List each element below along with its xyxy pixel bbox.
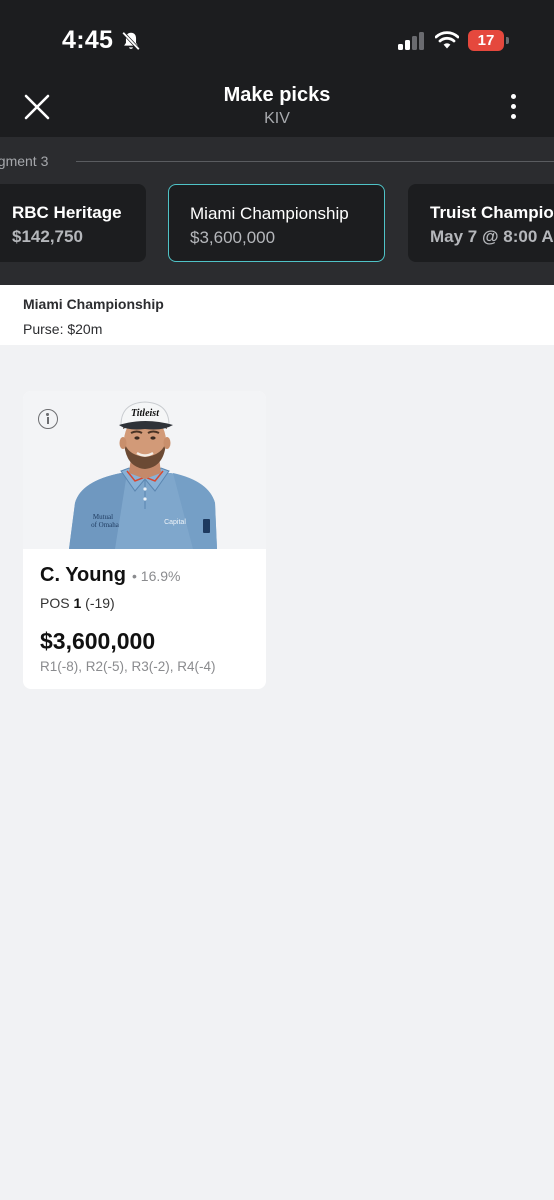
tournament-earnings: $142,750 <box>12 227 83 246</box>
position-label: POS <box>40 595 70 611</box>
position-value: 1 <box>73 595 82 611</box>
top-header-area: 4:45 17 Make picks KIV egment 3 RBC Heri… <box>0 0 554 285</box>
shirt-logo-2: of Omaha <box>91 521 120 529</box>
tournament-name: Truist Champio <box>430 203 554 222</box>
player-position: POS 1 (-19) <box>40 595 115 611</box>
tournament-card-miami-championship[interactable]: Miami Championship $3,600,000 <box>168 184 385 262</box>
tournament-card-rbc-heritage[interactable]: RBC Heritage $142,750 <box>0 184 146 262</box>
more-options-button[interactable] <box>503 92 525 122</box>
cap-logo: Titleist <box>131 408 160 419</box>
tournament-info: Miami Championship Purse: $20m <box>0 285 554 345</box>
wifi-icon <box>435 31 459 49</box>
battery-cap <box>506 37 509 44</box>
tournament-date: May 7 @ 8:00 A <box>430 227 554 246</box>
tournament-name: Miami Championship <box>190 204 349 223</box>
shirt-logo-1: Mutual <box>93 513 113 521</box>
tournament-earnings: $3,600,000 <box>190 228 276 247</box>
info-icon[interactable] <box>38 409 58 429</box>
status-time: 4:45 <box>62 26 114 54</box>
player-round-scores: R1(-8), R2(-5), R3(-2), R4(-4) <box>40 659 216 674</box>
tournament-purse: Purse: $20m <box>23 321 103 337</box>
segment-divider <box>76 161 554 162</box>
player-name: C. Young <box>40 564 126 586</box>
player-earnings: $3,600,000 <box>40 628 156 654</box>
player-pick-percentage: • 16.9% <box>132 568 181 584</box>
tournament-name: RBC Heritage <box>12 203 122 222</box>
cellular-signal-icon <box>398 32 426 50</box>
tournament-card-truist-championship[interactable]: Truist Champio May 7 @ 8:00 A <box>408 184 554 262</box>
tournament-carousel[interactable]: egment 3 RBC Heritage $142,750 Miami Cha… <box>0 137 554 285</box>
player-photo: Titleist Mutual of Omaha Capital <box>23 391 266 549</box>
shirt-logo-3: Capital <box>164 519 186 526</box>
golfer-portrait: Titleist Mutual of Omaha Capital <box>69 401 217 549</box>
player-card[interactable]: Titleist Mutual of Omaha Capital C. Youn… <box>23 391 266 689</box>
page-title: Make picks <box>223 84 331 106</box>
segment-label: egment 3 <box>0 153 49 169</box>
position-score: (-19) <box>85 595 115 611</box>
tournament-info-name: Miami Championship <box>23 296 164 312</box>
bell-muted-icon <box>122 31 140 51</box>
battery-indicator: 17 <box>468 30 504 51</box>
page-subtitle: KIV <box>264 110 290 127</box>
